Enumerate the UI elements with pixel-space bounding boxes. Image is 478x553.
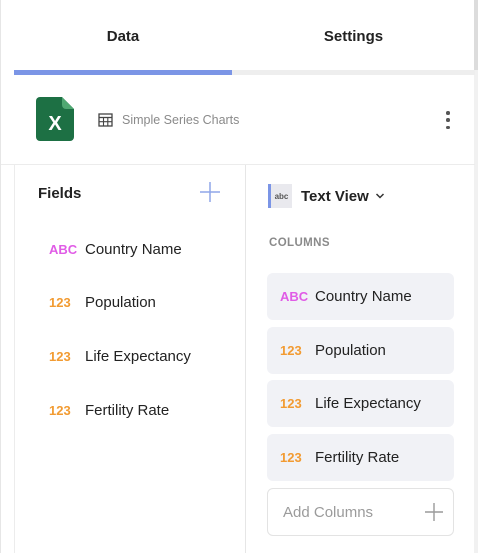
datasource-name[interactable]: Simple Series Charts xyxy=(122,113,239,127)
field-label: Population xyxy=(85,293,156,311)
field-item-population[interactable]: 123 Population xyxy=(15,282,246,322)
column-label: Population xyxy=(315,342,386,359)
text-type-icon: ABC xyxy=(280,289,309,304)
field-label: Country Name xyxy=(85,240,182,258)
column-label: Fertility Rate xyxy=(315,449,400,466)
columns-section-title: COLUMNS xyxy=(269,237,330,249)
visualization-type-dropdown[interactable]: abc Text View xyxy=(268,183,385,209)
column-item-fertility-rate[interactable]: 123 Fertility Rate xyxy=(267,434,454,481)
text-type-icon: ABC xyxy=(49,241,78,257)
column-item-country-name[interactable]: ABC Country Name xyxy=(267,273,454,320)
fields-panel: Fields ABC Country Name 123 Population 1… xyxy=(14,165,246,553)
add-columns-dropzone[interactable]: Add Columns xyxy=(267,488,454,536)
editor-panel: Data Settings X Simple Series Charts Fie… xyxy=(0,0,478,553)
text-view-icon: abc xyxy=(268,184,292,208)
more-options-icon[interactable] xyxy=(439,108,457,132)
visualization-panel: abc Text View COLUMNS ABC Country Name 1… xyxy=(246,165,475,553)
field-item-country-name[interactable]: ABC Country Name xyxy=(15,229,246,269)
number-type-icon: 123 xyxy=(280,450,302,465)
column-label: Life Expectancy xyxy=(315,395,421,412)
fields-title: Fields xyxy=(38,185,82,202)
number-type-icon: 123 xyxy=(49,402,71,418)
plus-icon[interactable] xyxy=(424,502,444,522)
column-label: Country Name xyxy=(315,288,412,305)
table-icon xyxy=(98,113,113,127)
number-type-icon: 123 xyxy=(280,343,302,358)
tab-bar: Data Settings xyxy=(14,0,475,75)
field-item-life-expectancy[interactable]: 123 Life Expectancy xyxy=(15,336,246,376)
field-item-fertility-rate[interactable]: 123 Fertility Rate xyxy=(15,390,246,430)
tab-settings[interactable]: Settings xyxy=(232,0,475,72)
field-label: Fertility Rate xyxy=(85,401,170,419)
add-columns-label: Add Columns xyxy=(283,503,374,521)
datasource-header: X Simple Series Charts xyxy=(1,75,475,165)
column-item-population[interactable]: 123 Population xyxy=(267,327,454,374)
number-type-icon: 123 xyxy=(280,396,302,411)
svg-text:X: X xyxy=(48,113,62,135)
field-label: Life Expectancy xyxy=(85,347,191,365)
tab-data[interactable]: Data xyxy=(14,0,232,72)
add-field-plus-icon[interactable] xyxy=(199,181,221,203)
chevron-down-icon xyxy=(375,193,384,199)
column-item-life-expectancy[interactable]: 123 Life Expectancy xyxy=(267,380,454,427)
excel-icon: X xyxy=(36,97,74,141)
number-type-icon: 123 xyxy=(49,294,71,310)
visualization-type-label: Text View xyxy=(301,187,369,205)
number-type-icon: 123 xyxy=(49,348,71,364)
